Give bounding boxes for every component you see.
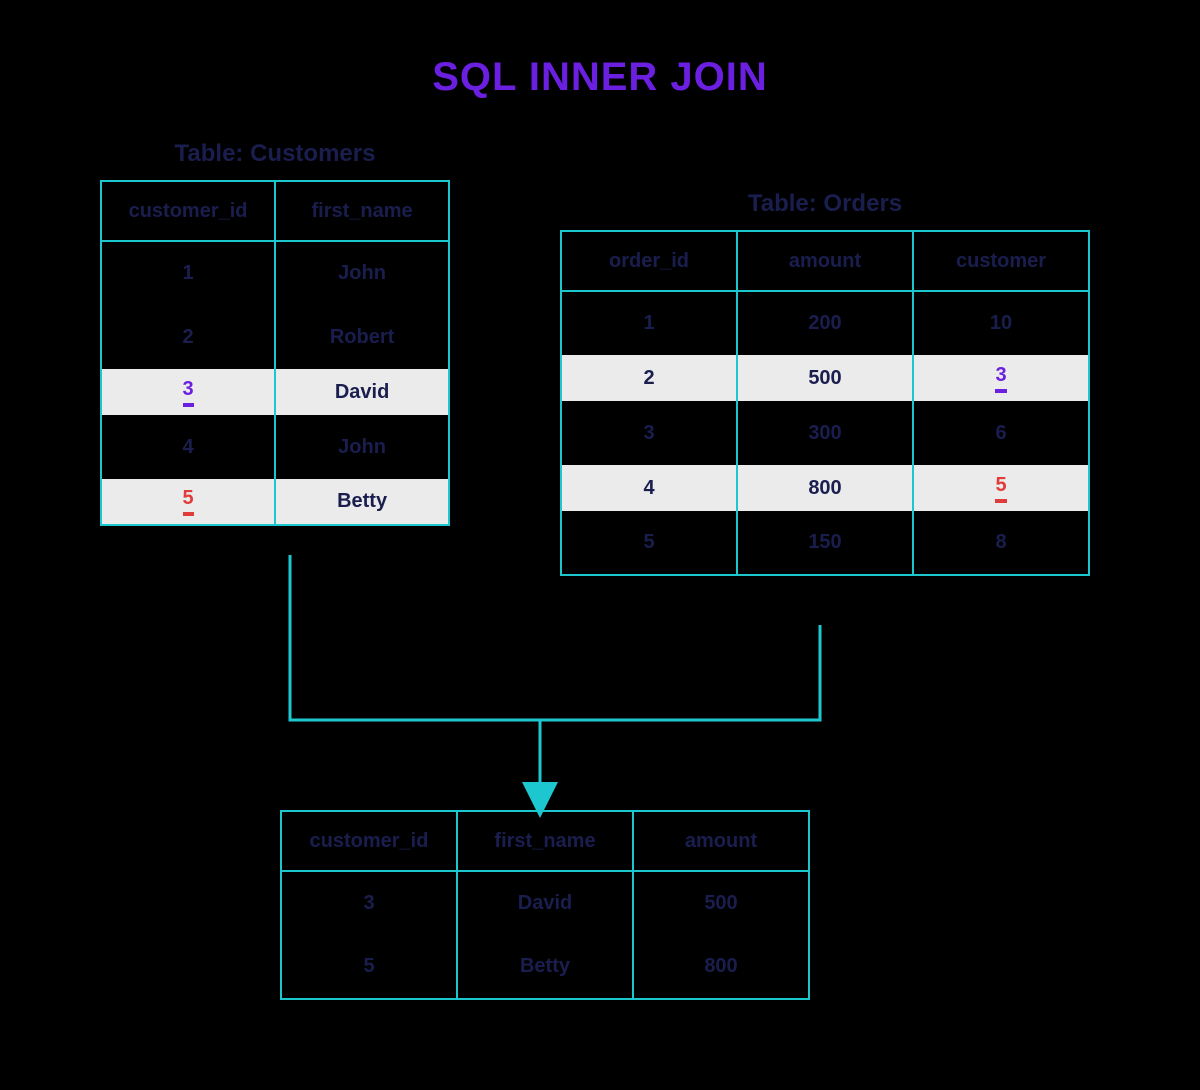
join-key: 3 [183,378,194,407]
table-cell: 3 [281,871,457,935]
table-cell: 6 [913,401,1089,465]
orders-header-0: order_id [561,231,737,291]
join-key: 5 [183,487,194,516]
table-cell: 800 [737,465,913,511]
orders-table: order_id amount customer 120010250033300… [560,230,1090,576]
result-body: 3David5005Betty800 [281,871,809,999]
table-row: 3 David [101,369,449,415]
table-cell: 10 [913,291,1089,355]
orders-label: Table: Orders [560,190,1090,218]
table-cell: Betty [457,935,633,999]
result-header-1: first_name [457,811,633,871]
table-cell: 5 [913,465,1089,511]
table-cell: 5 [281,935,457,999]
table-row: 120010 [561,291,1089,355]
table-cell: 500 [633,871,809,935]
table-row: 4John [101,415,449,479]
table-cell: 5 [101,479,275,525]
table-row: 51508 [561,511,1089,575]
join-key: 3 [995,364,1006,393]
customers-header-1: first_name [275,181,449,241]
orders-table-wrap: Table: Orders order_id amount customer 1… [560,190,1090,576]
table-cell: 3 [101,369,275,415]
customers-label: Table: Customers [100,140,450,168]
table-cell: Betty [275,479,449,525]
table-cell: David [457,871,633,935]
table-cell: 4 [561,465,737,511]
table-cell: 8 [913,511,1089,575]
table-cell: Robert [275,305,449,369]
result-header-0: customer_id [281,811,457,871]
table-cell: 5 [561,511,737,575]
table-row: 4800 5 [561,465,1089,511]
customers-header-0: customer_id [101,181,275,241]
customers-table: customer_id first_name 1John2Robert3Davi… [100,180,450,526]
table-cell: 500 [737,355,913,401]
table-row: 2500 3 [561,355,1089,401]
table-row: 1John [101,241,449,305]
diagram-title: SQL INNER JOIN [0,55,1200,100]
table-cell: 1 [561,291,737,355]
customers-table-wrap: Table: Customers customer_id first_name … [100,140,450,526]
orders-header-1: amount [737,231,913,291]
table-row: 2Robert [101,305,449,369]
table-cell: David [275,369,449,415]
orders-body: 12001025003330064800551508 [561,291,1089,575]
table-row: 33006 [561,401,1089,465]
table-row: 3David500 [281,871,809,935]
customers-body: 1John2Robert3David4John5Betty [101,241,449,525]
table-cell: 3 [561,401,737,465]
table-cell: John [275,415,449,479]
table-cell: 2 [101,305,275,369]
result-table: customer_id first_name amount 3David5005… [280,810,810,1000]
table-cell: 4 [101,415,275,479]
table-cell: 150 [737,511,913,575]
table-cell: 800 [633,935,809,999]
orders-header-2: customer [913,231,1089,291]
table-cell: 2 [561,355,737,401]
table-cell: John [275,241,449,305]
result-table-wrap: customer_id first_name amount 3David5005… [280,810,810,1000]
table-row: 5Betty800 [281,935,809,999]
table-cell: 300 [737,401,913,465]
table-cell: 3 [913,355,1089,401]
table-cell: 200 [737,291,913,355]
result-header-2: amount [633,811,809,871]
join-key: 5 [995,474,1006,503]
table-row: 5 Betty [101,479,449,525]
table-cell: 1 [101,241,275,305]
